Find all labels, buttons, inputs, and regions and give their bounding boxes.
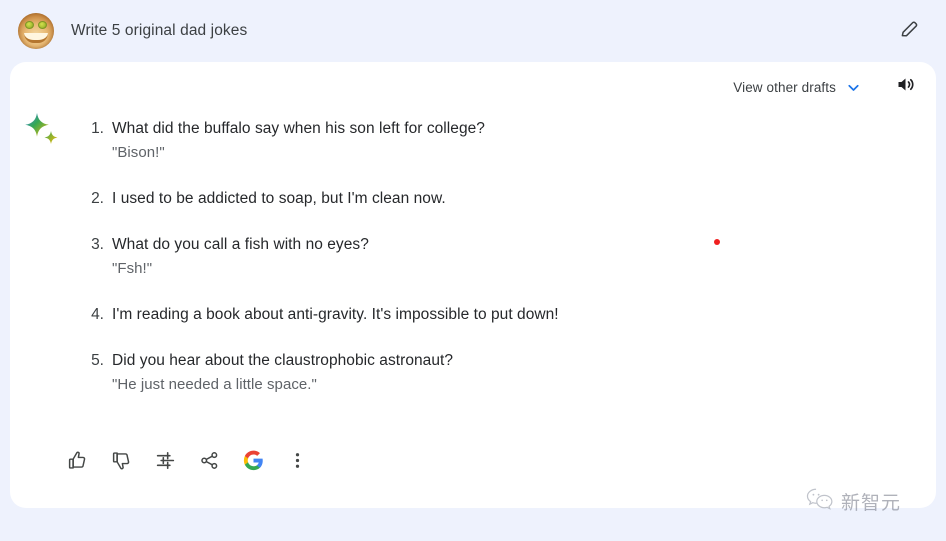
list-item: 4. I'm reading a book about anti-gravity…: [82, 303, 842, 327]
card-toolbar: View other drafts: [727, 72, 920, 102]
thumb-down-button[interactable]: [110, 452, 132, 474]
list-item: 1. What did the buffalo say when his son…: [82, 117, 842, 165]
avatar-eye-left: [25, 21, 34, 29]
list-item: 3. What do you call a fish with no eyes?…: [82, 233, 842, 281]
more-vert-icon: [287, 450, 308, 476]
list-item: 5. Did you hear about the claustrophobic…: [82, 349, 842, 397]
tune-sliders-icon: [155, 450, 176, 476]
view-other-drafts-label: View other drafts: [733, 80, 836, 95]
google-it-button[interactable]: [242, 452, 264, 474]
watermark: 新智元: [806, 487, 901, 516]
edit-prompt-button[interactable]: [892, 14, 926, 48]
list-item-punchline: "Bison!": [112, 141, 842, 165]
avatar-eye-right: [38, 21, 47, 29]
list-item-line: What do you call a fish with no eyes?: [112, 233, 842, 257]
wechat-logo-icon: [806, 487, 834, 516]
more-options-button[interactable]: [286, 452, 308, 474]
list-item-punchline: "Fsh!": [112, 257, 842, 281]
list-item-marker: 2.: [82, 187, 104, 211]
list-item-punchline: "He just needed a little space.": [112, 373, 842, 397]
thumb-up-icon: [67, 450, 88, 476]
tune-button[interactable]: [154, 452, 176, 474]
list-item-line: I'm reading a book about anti-gravity. I…: [112, 303, 842, 327]
watermark-text: 新智元: [841, 488, 901, 515]
prompt-text: Write 5 original dad jokes: [71, 22, 247, 40]
chevron-down-icon: [845, 79, 862, 96]
thumb-up-button[interactable]: [66, 452, 88, 474]
share-button[interactable]: [198, 452, 220, 474]
list-item-marker: 5.: [82, 349, 104, 373]
list-item-marker: 3.: [82, 233, 104, 257]
jokes-list: 1. What did the buffalo say when his son…: [82, 117, 842, 419]
share-icon: [199, 450, 220, 476]
list-item: 2. I used to be addicted to soap, but I'…: [82, 187, 842, 211]
list-item-marker: 4.: [82, 303, 104, 327]
thumb-down-icon: [111, 450, 132, 476]
google-g-icon: [243, 450, 264, 476]
speaker-volume-icon: [895, 74, 916, 100]
avatar-mouth: [24, 33, 48, 43]
speaker-button[interactable]: [890, 72, 920, 102]
list-item-line: What did the buffalo say when his son le…: [112, 117, 842, 141]
bard-sparkle-icon: [20, 108, 64, 152]
response-action-bar: [66, 452, 308, 474]
pencil-edit-icon: [900, 19, 919, 43]
list-item-line: Did you hear about the claustrophobic as…: [112, 349, 842, 373]
list-item-line: I used to be addicted to soap, but I'm c…: [112, 187, 842, 211]
list-item-marker: 1.: [82, 117, 104, 141]
prompt-header: Write 5 original dad jokes: [0, 0, 946, 62]
response-card: View other drafts: [10, 62, 936, 508]
cursor-dot: [714, 239, 720, 245]
user-avatar[interactable]: [18, 13, 54, 49]
view-other-drafts-button[interactable]: View other drafts: [727, 75, 868, 100]
